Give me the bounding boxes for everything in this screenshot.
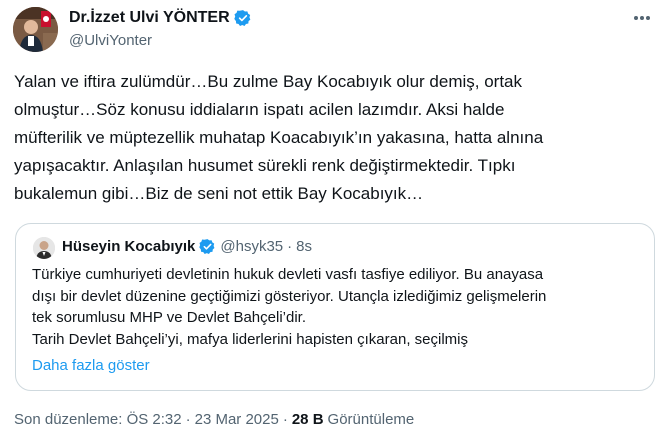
quoted-tweet-text: Türkiye cumhuriyeti devletinin hukuk dev… xyxy=(32,266,547,348)
quoted-timestamp: 8s xyxy=(296,238,312,255)
author-handle[interactable]: @UlviYonter xyxy=(69,32,152,49)
quoted-author-name: Hüseyin Kocabıyık xyxy=(62,238,196,255)
views-label: Görüntüleme xyxy=(327,411,415,428)
separator-dot: · xyxy=(282,411,288,428)
separator-dot: · xyxy=(185,411,191,428)
views-count: 28 B xyxy=(291,411,324,428)
verified-badge-icon xyxy=(199,238,216,255)
author-avatar[interactable] xyxy=(13,7,58,52)
show-more-link[interactable]: Daha fazla göster xyxy=(32,357,150,374)
tweet-meta: Son düzenleme: ÖS 2:32 · 23 Mar 2025 · 2… xyxy=(14,411,414,428)
tweet-text: Yalan ve iftira zulümdür…Bu zulme Bay Ko… xyxy=(14,72,544,203)
edited-label[interactable]: Son düzenleme: ÖS 2:32 xyxy=(14,411,182,428)
author-name[interactable]: Dr.İzzet Ulvi YÖNTER xyxy=(69,9,230,27)
author-name-row[interactable]: Dr.İzzet Ulvi YÖNTER xyxy=(69,9,252,27)
verified-badge-icon xyxy=(233,9,252,27)
quoted-header: Hüseyin Kocabıyık @hsyk35 · 8s xyxy=(62,238,312,255)
more-options-icon[interactable] xyxy=(630,9,654,27)
quoted-tweet[interactable]: Hüseyin Kocabıyık @hsyk35 · 8s Türkiye c… xyxy=(15,223,655,391)
tweet-date[interactable]: 23 Mar 2025 xyxy=(195,411,279,428)
quoted-author-avatar[interactable] xyxy=(33,237,55,259)
separator-dot: · xyxy=(287,238,293,255)
quoted-author-handle: @hsyk35 xyxy=(220,238,284,255)
